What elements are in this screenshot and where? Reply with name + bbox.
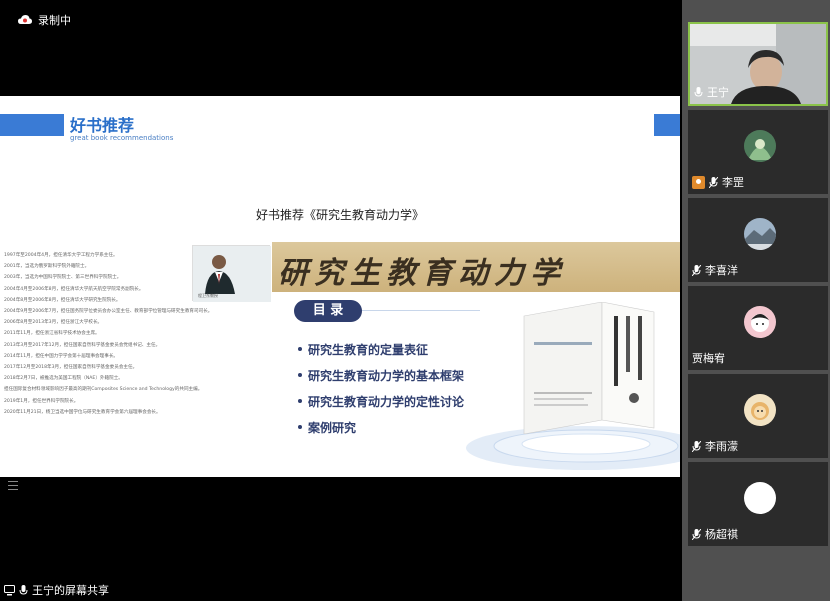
share-label-text: 王宁的屏幕共享 [32,584,109,597]
book-cover-image [523,302,655,434]
bio-line: 2013年3月至2017年12月，担任国家自然科学基金委员会党组书记、主任。 [4,342,161,348]
bio-line: 担任国际复合材料领域影响因子最高的期刊Composites Science an… [4,387,203,393]
participant-name: 王宁 [694,84,729,100]
bio-line: 2004年9月至2006年7月，担任国务院学位委员会办公室主任、教育部学位管理与… [4,309,213,315]
toc-item: 研究生教育动力学的定性讨论 [298,388,464,414]
bullet-icon [298,373,302,377]
slide-header-title: 好书推荐 [70,116,135,135]
participant-tile[interactable]: 杨超祺 [688,462,828,546]
avatar [744,130,776,162]
slide-menu-icon[interactable] [8,481,18,493]
photo-caption: 程卫东教授 [198,293,218,298]
microphone-icon [694,86,703,97]
toc-item-label: 案例研究 [308,420,357,435]
participant-name: 贾梅宥 [692,350,725,366]
bio-line: 2019年1月，担任世界科学院院长。 [4,398,79,404]
banner-calligraphy: 研究生教育动力学 [278,256,566,291]
slide-header-subtitle: great book recommendations [70,134,174,142]
microphone-muted-icon [692,528,701,540]
toc-item-label: 研究生教育动力学的定性讨论 [308,394,465,409]
avatar-icon [744,130,776,162]
bio-line: 1997年至2004年4月，担任清华大学工程力学系主任。 [4,253,118,258]
bullet-icon [298,425,302,429]
header-accent-bar-left [0,114,64,136]
bullet-icon [298,399,302,403]
bio-line: 2006年8月至2013年3月，担任浙江大学校长。 [4,320,103,326]
participant-name-text: 李雨濛 [705,440,738,453]
participant-name-text: 李喜洋 [705,264,738,277]
bio-line: 2017年12月至2018年3月，担任国家自然科学基金委员会主任。 [4,365,138,371]
avatar [744,482,776,514]
toc-item: 研究生教育的定量表征 [298,336,464,362]
bio-line: 2001年，当选为俄罗斯科学院外籍院士。 [4,264,90,270]
avatar [744,306,776,338]
participant-tile[interactable]: 王宁 [688,22,828,106]
toc-item: 研究生教育动力学的基本框架 [298,362,464,388]
avatar-icon [744,218,776,250]
bio-line: 2018年2月7日，被推选为美国工程院（NAE）外籍院士。 [4,376,123,382]
participant-name: 李喜洋 [692,262,738,278]
bio-line: 2003年，当选为中国科学院院士、第三世界科学院院士。 [4,275,122,281]
bio-line: 2020年11月21日，杨卫当选中国学位与研究生教育学会第六届理事会会长。 [4,409,161,415]
microphone-muted-icon [692,440,701,452]
participant-name: 李罡 [692,174,744,190]
bullet-icon [298,347,302,351]
header-accent-bar-right [654,114,680,136]
toc-item-label: 研究生教育动力学的基本框架 [308,368,465,383]
recording-indicator[interactable]: 录制中 [18,12,71,28]
participant-name-text: 李罡 [722,176,744,189]
participants-panel: 王宁 李罡 李喜洋 贾梅宥 李雨濛 杨超祺 [682,0,830,601]
participant-tile[interactable]: 李罡 [688,110,828,194]
participant-name-text: 杨超祺 [705,528,738,541]
monitor-icon [4,584,15,595]
bio-line: 2004年4月至2006年8月，担任清华大学航天航空学院常务副院长。 [4,286,144,292]
bio-line: 2011年11月，担任浙江省科学技术协会主席。 [4,331,100,337]
user-badge-icon [692,175,705,189]
meeting-window: 录制中 好书推荐 great book recommendations 好书推荐… [0,0,830,601]
cloud-recording-icon [18,15,32,24]
bio-line: 2004年8月至2006年8月，担任清华大学研究生院院长。 [4,297,121,303]
shared-slide: 好书推荐 great book recommendations 好书推荐《研究生… [0,96,680,477]
participant-name-text: 贾梅宥 [692,352,725,365]
avatar-icon [744,394,776,426]
screen-share-label: 王宁的屏幕共享 [4,582,109,598]
microphone-muted-icon [709,176,718,188]
participant-name-text: 王宁 [707,86,729,99]
toc-label: 目 录 [294,300,362,322]
recording-label: 录制中 [38,14,71,27]
book-title-banner: 研究生教育动力学 [272,242,680,292]
microphone-muted-icon [692,264,701,276]
participant-tile[interactable]: 李喜洋 [688,198,828,282]
slide-title: 好书推荐《研究生教育动力学》 [255,208,424,222]
author-biography: 1997年至2004年4月，担任清华大学工程力学系主任。 2001年，当选为俄罗… [4,250,213,418]
avatar [744,218,776,250]
bio-line: 2014年11月，担任中国力学学会第十届理事会理事长。 [4,353,119,359]
microphone-icon [19,584,28,595]
participant-tile[interactable]: 贾梅宥 [688,286,828,370]
participant-tile[interactable]: 李雨濛 [688,374,828,458]
avatar [744,394,776,426]
participant-name: 李雨濛 [692,438,738,454]
toc-divider [360,310,480,311]
toc-item-label: 研究生教育的定量表征 [308,342,429,357]
avatar-icon [744,306,776,338]
participant-name: 杨超祺 [692,526,738,542]
